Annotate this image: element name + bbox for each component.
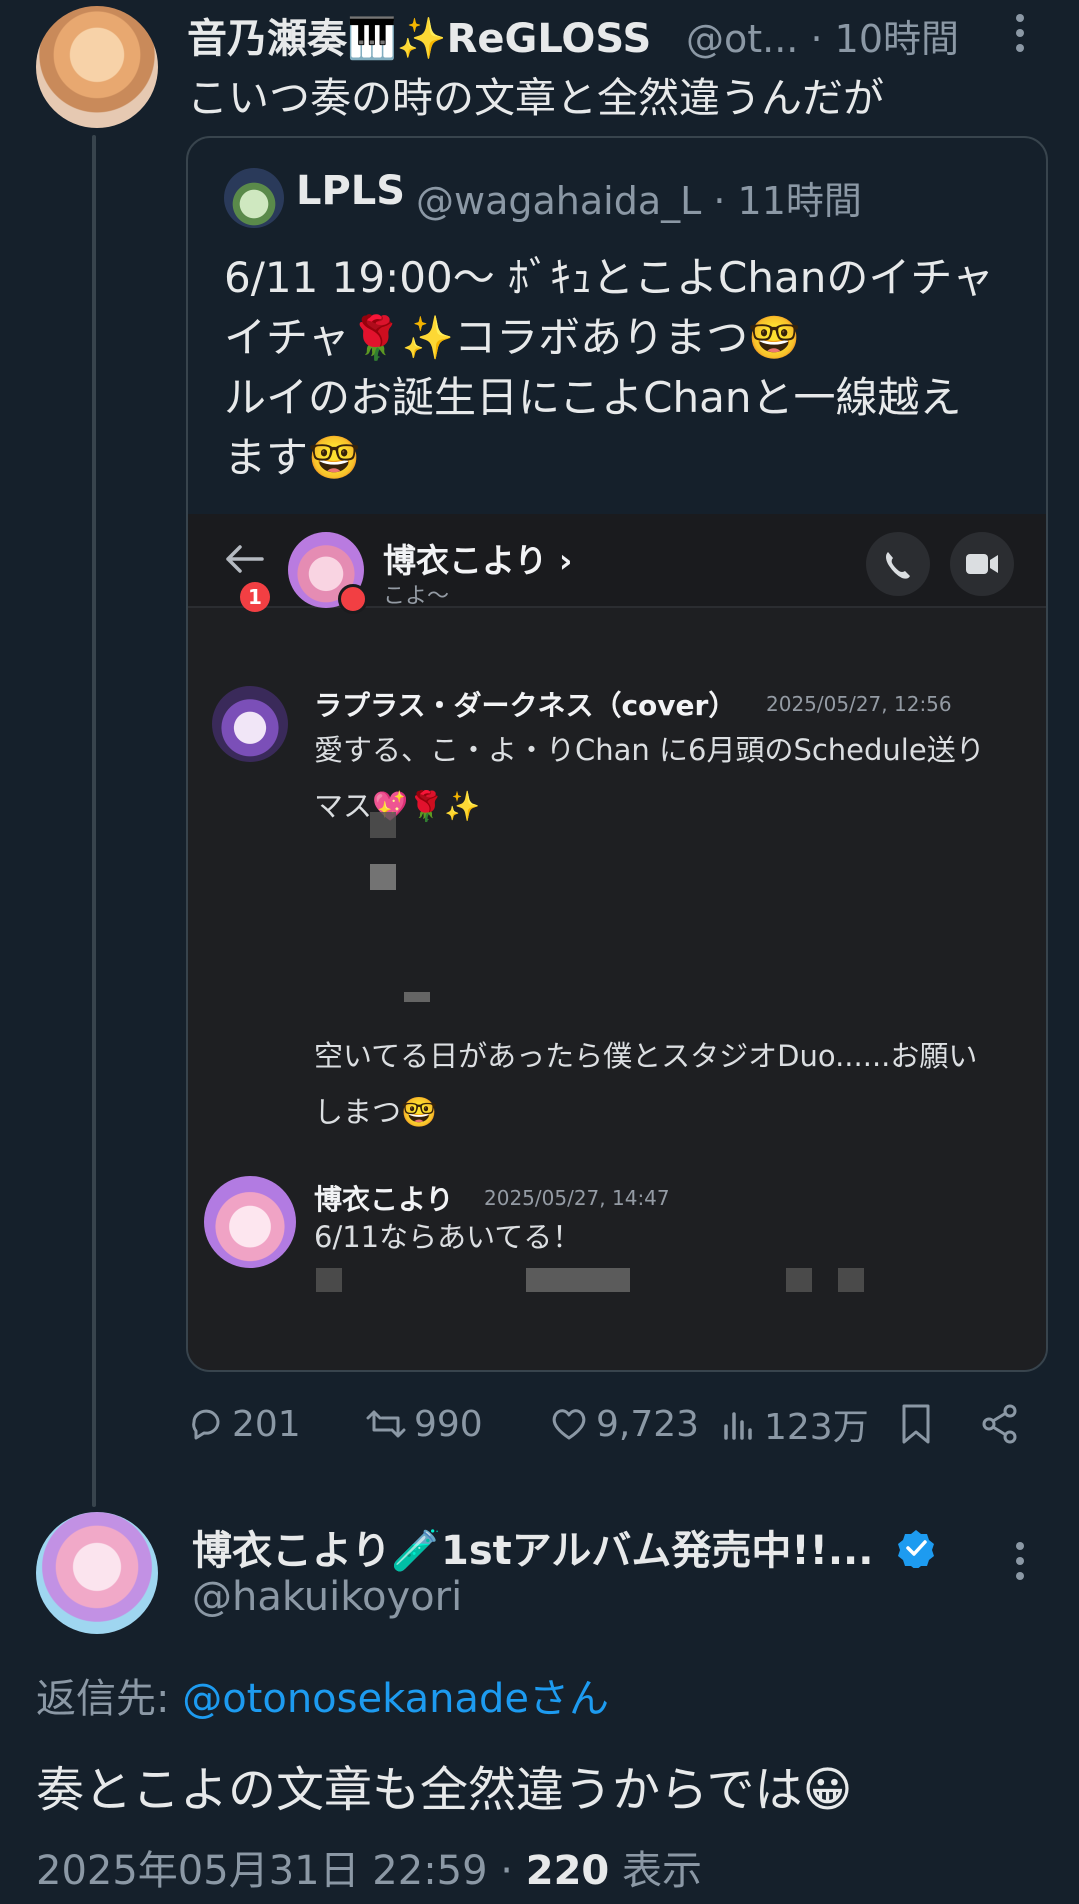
message-line: 愛する、こ・よ・りChan に6月頭のSchedule送り bbox=[314, 733, 985, 767]
redacted-block bbox=[370, 812, 396, 838]
quote-handle: @wagahaida_L · 11時間 bbox=[416, 179, 862, 223]
redacted-block bbox=[370, 864, 396, 890]
message-timestamp: 2025/05/27, 14:47 bbox=[484, 1186, 670, 1210]
tweet-handle-time[interactable]: @ot... · 10時間 bbox=[686, 8, 959, 63]
avatar[interactable] bbox=[36, 6, 158, 128]
retweet-icon bbox=[366, 1410, 406, 1438]
phone-icon bbox=[886, 552, 910, 579]
quote-display-name: LPLS bbox=[296, 168, 406, 214]
handle[interactable]: @ot... bbox=[686, 17, 798, 61]
message-timestamp: 2025/05/27, 12:56 bbox=[766, 692, 952, 716]
message-avatar bbox=[212, 686, 288, 762]
like-count: 9,723 bbox=[596, 1403, 700, 1445]
tweet-text: 奏とこよの文章も全然違うからでは😀 bbox=[36, 1762, 853, 1818]
redacted-block bbox=[526, 1268, 630, 1292]
avatar[interactable] bbox=[36, 1512, 158, 1634]
reply-count: 201 bbox=[232, 1403, 301, 1445]
view-label: 表示 bbox=[609, 1848, 702, 1894]
verified-badge-icon bbox=[898, 1530, 934, 1568]
attached-image[interactable]: 1 博衣こより › こよ〜 ラプラス・ダークネス（cover） 2025/05/… bbox=[188, 514, 1046, 1370]
quote-line: イチャ🌹✨コラボありまつ🤓 bbox=[224, 313, 801, 362]
heart-icon bbox=[552, 1409, 586, 1440]
quoted-tweet[interactable]: LPLS @wagahaida_L · 11時間 6/11 19:00〜 ﾎﾞｷ… bbox=[186, 136, 1048, 1372]
redacted-block bbox=[404, 992, 430, 1002]
quote-line: ルイのお誕生日にこよChanと一線越え bbox=[224, 373, 962, 422]
display-name[interactable]: 博衣こより🧪1stアルバム発売中!!... bbox=[192, 1518, 873, 1576]
reply-prefix: 返信先: bbox=[36, 1676, 183, 1722]
quote-line: ます🤓 bbox=[224, 433, 361, 482]
chat-header: 1 博衣こより › こよ〜 bbox=[188, 514, 1046, 614]
views-button[interactable]: 123万 bbox=[720, 1396, 869, 1452]
views-count: 123万 bbox=[764, 1407, 869, 1448]
quote-line: 6/11 19:00〜 ﾎﾞｷｭとこよChanのイチャ bbox=[224, 253, 994, 302]
message-author: ラプラス・ダークネス（cover） bbox=[314, 689, 737, 722]
quote-avatar bbox=[224, 168, 284, 228]
view-count: 220 bbox=[525, 1848, 610, 1894]
message-line: マス💖🌹✨ bbox=[314, 789, 481, 823]
back-arrow-icon bbox=[226, 545, 264, 573]
reply-button[interactable]: 201 bbox=[186, 1396, 301, 1452]
share-button[interactable] bbox=[978, 1396, 1028, 1452]
tweet-actions: 201 990 9,723 123万 bbox=[186, 1396, 1044, 1452]
tweet-text: こいつ奏の時の文章と全然違うんだが bbox=[187, 74, 884, 122]
message-text: 愛する、こ・よ・りChan に6月頭のSchedule送り マス💖🌹✨ bbox=[314, 722, 1014, 834]
retweet-count: 990 bbox=[414, 1403, 483, 1445]
retweet-button[interactable]: 990 bbox=[364, 1396, 483, 1452]
video-button bbox=[950, 532, 1014, 596]
quote-text: 6/11 19:00〜 ﾎﾞｷｭとこよChanのイチャ イチャ🌹✨コラボありまつ… bbox=[224, 248, 1024, 488]
redacted-block bbox=[316, 1268, 342, 1292]
reply-to-link[interactable]: @otonosekanadeさん bbox=[182, 1676, 609, 1722]
like-button[interactable]: 9,723 bbox=[548, 1396, 699, 1452]
message-text: 6/11ならあいてる！ bbox=[314, 1220, 582, 1254]
channel-status: こよ〜 bbox=[383, 584, 450, 609]
dnd-status-icon bbox=[338, 584, 368, 614]
tweet-timestamp[interactable]: 2025年05月31日 22:59 · bbox=[36, 1848, 526, 1894]
message-avatar bbox=[204, 1176, 296, 1268]
message-author: 博衣こより bbox=[314, 1183, 454, 1216]
redacted-block bbox=[786, 1268, 812, 1292]
thread-line bbox=[92, 135, 96, 1507]
notification-badge: 1 bbox=[240, 582, 270, 612]
channel-name: 博衣こより › bbox=[383, 541, 573, 580]
reply-icon bbox=[192, 1409, 220, 1440]
message-line: しまつ🤓 bbox=[314, 1095, 438, 1129]
message-text: 空いてる日があったら僕とスタジオDuo......お願い しまつ🤓 bbox=[314, 1028, 977, 1140]
message-line: 空いてる日があったら僕とスタジオDuo......お願い bbox=[314, 1039, 978, 1073]
share-icon bbox=[982, 1404, 1017, 1444]
analytics-icon bbox=[724, 1412, 752, 1440]
display-name[interactable]: 音乃瀬奏🎹✨ReGLOSS bbox=[187, 6, 651, 64]
more-options-icon[interactable] bbox=[1016, 14, 1026, 59]
bookmark-icon bbox=[902, 1404, 930, 1444]
bookmark-button[interactable] bbox=[898, 1396, 940, 1452]
handle[interactable]: @hakuikoyori bbox=[192, 1574, 462, 1620]
tweet-time: · 10時間 bbox=[810, 17, 959, 61]
call-button bbox=[866, 532, 930, 596]
video-icon bbox=[966, 554, 998, 574]
more-options-icon[interactable] bbox=[1016, 1542, 1026, 1587]
reply-to: 返信先: @otonosekanadeさん bbox=[36, 1666, 609, 1724]
tweet-meta: 2025年05月31日 22:59 · 220 表示 bbox=[36, 1838, 702, 1896]
redacted-block bbox=[838, 1268, 864, 1292]
